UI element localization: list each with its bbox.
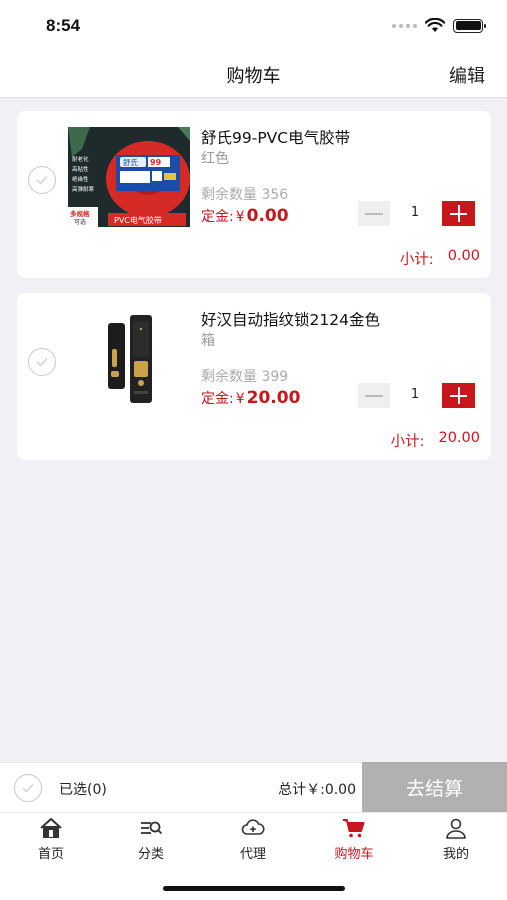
quantity-increase-button[interactable] [442, 383, 475, 408]
cart-item: 好汉自动指纹锁2124金色 箱 剩余数量 399 定金: ¥ 20.00 1 小… [17, 293, 491, 460]
price-currency: ¥ [235, 209, 245, 225]
product-stock: 剩余数量 399 [201, 369, 289, 385]
status-bar: 8:54 [0, 0, 507, 52]
subtotal-value: 20.00 [438, 430, 480, 446]
quantity-decrease-button[interactable] [358, 383, 390, 408]
subtotal-value: 0.00 [447, 248, 480, 264]
product-name[interactable]: 好汉自动指纹锁2124金色 [201, 308, 380, 330]
item-subtotal: 小计: 20.00 [391, 430, 480, 451]
cloud-plus-icon [241, 819, 265, 835]
quantity-value: 1 [410, 205, 420, 220]
tape-feature-1: 耐老化 [72, 155, 89, 163]
checkmark-icon [22, 784, 34, 793]
tab-label: 我的 [442, 847, 469, 862]
user-icon [446, 818, 466, 839]
cart-icon [343, 819, 365, 838]
tab-cart[interactable]: 购物车 [304, 817, 404, 867]
product-spec: 箱 [201, 333, 215, 349]
status-icons [392, 18, 486, 33]
tab-label: 代理 [239, 847, 266, 862]
wifi-icon [425, 18, 445, 32]
tape-feature-4: 高弹耐寒 [72, 185, 95, 193]
navigation-bar: 购物车 编辑 [0, 52, 507, 98]
product-price: 定金: ¥ 0.00 [201, 206, 289, 226]
price-label: 定金: [201, 209, 234, 225]
tape-badge-line2: 可选 [74, 218, 86, 226]
quantity-increase-button[interactable] [442, 201, 475, 226]
status-time: 8:54 [46, 16, 81, 35]
item-select-checkbox[interactable] [28, 348, 56, 376]
tab-label: 购物车 [334, 847, 374, 862]
minus-icon [365, 212, 383, 215]
checkout-button[interactable]: 去结算 [362, 762, 507, 812]
minus-icon [365, 394, 383, 397]
tab-label: 首页 [37, 847, 64, 862]
category-search-icon [141, 821, 163, 835]
product-image-tape[interactable]: 舒氏 99 耐老化 高粘性 绝缘性 高弹耐寒 多规格 可选 PVC电气胶带 [68, 127, 190, 227]
page-title: 购物车 [226, 66, 281, 87]
tab-profile[interactable]: 我的 [406, 817, 506, 867]
edit-button[interactable]: 编辑 [449, 62, 485, 88]
product-price: 定金: ¥ 20.00 [201, 388, 300, 408]
total-amount: 总计￥:0.00 [278, 782, 356, 798]
battery-icon [453, 18, 486, 33]
quantity-value: 1 [410, 387, 420, 402]
tape-model-text: 99 [150, 158, 162, 167]
product-spec: 红色 [201, 151, 229, 167]
cellular-signal-icon [392, 23, 417, 28]
tab-category[interactable]: 分类 [101, 817, 201, 867]
item-subtotal: 小计: 0.00 [400, 248, 480, 269]
selected-count: 已选(0) [59, 782, 107, 798]
tape-feature-3: 绝缘性 [72, 175, 89, 183]
tape-brand-text: 舒氏 [123, 157, 138, 167]
tape-badge-line1: 多规格 [70, 209, 90, 218]
product-stock: 剩余数量 356 [201, 187, 289, 203]
cart-item: 舒氏 99 耐老化 高粘性 绝缘性 高弹耐寒 多规格 可选 PVC电气胶带 舒氏… [17, 111, 491, 278]
subtotal-label: 小计: [390, 434, 425, 450]
select-all-checkbox[interactable] [14, 774, 42, 802]
product-name[interactable]: 舒氏99-PVC电气胶带 [201, 126, 350, 148]
price-currency: ¥ [235, 391, 245, 407]
tab-agent[interactable]: 代理 [203, 817, 303, 867]
item-select-checkbox[interactable] [28, 166, 56, 194]
tape-banner-text: PVC电气胶带 [114, 215, 162, 225]
product-image-lock[interactable] [68, 309, 190, 409]
tab-bar: 首页 分类 代理 购物车 我的 [0, 812, 507, 900]
quantity-decrease-button[interactable] [358, 201, 390, 226]
checkmark-icon [36, 176, 48, 185]
price-value: 20.00 [246, 388, 301, 408]
tape-feature-2: 高粘性 [72, 165, 89, 173]
price-label: 定金: [201, 391, 234, 407]
tab-home[interactable]: 首页 [1, 817, 101, 867]
checkout-bar: 已选(0) 总计￥:0.00 去结算 [0, 762, 507, 812]
tab-label: 分类 [137, 847, 164, 862]
subtotal-label: 小计: [399, 252, 434, 268]
checkmark-icon [36, 358, 48, 367]
home-indicator [163, 886, 345, 891]
price-value: 0.00 [246, 206, 289, 226]
home-icon [40, 818, 62, 838]
